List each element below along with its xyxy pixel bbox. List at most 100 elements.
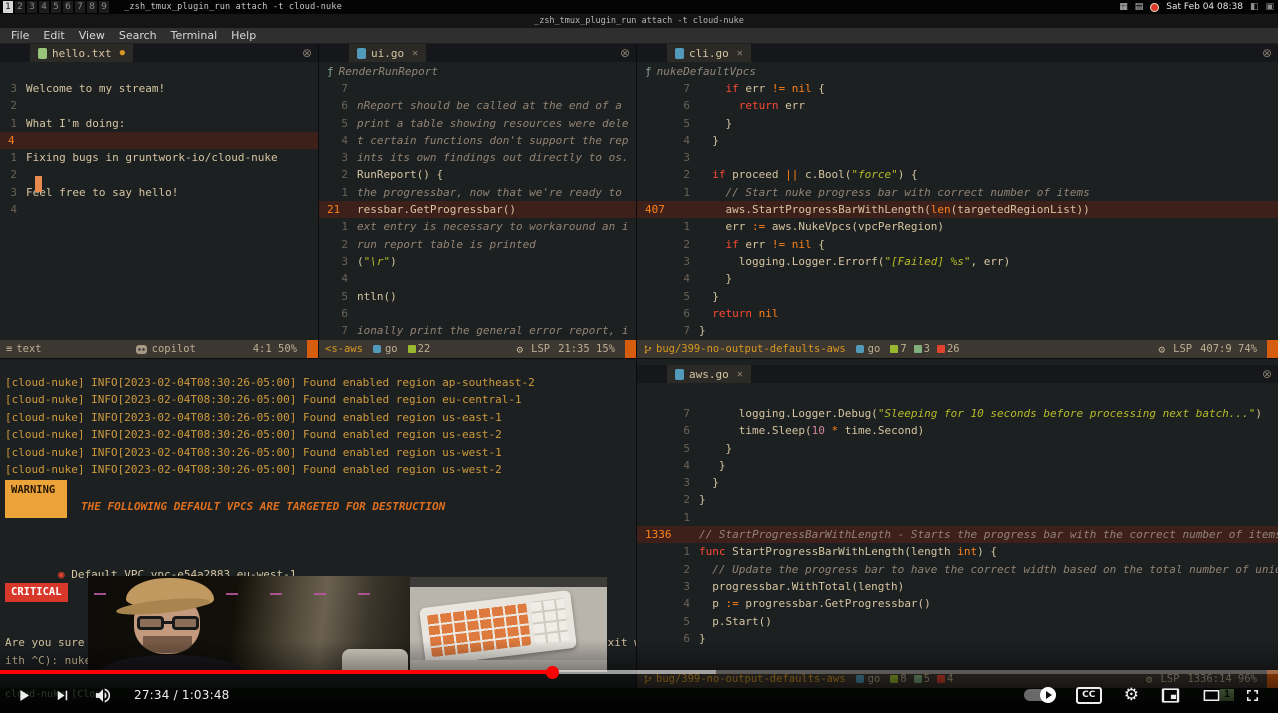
code-line[interactable]: 1ext entry is necessary to workaround an… (319, 218, 636, 235)
code-line[interactable]: 5ntln() (319, 288, 636, 305)
code-line[interactable]: 6 return err (637, 97, 1278, 114)
menu-help[interactable]: Help (224, 28, 263, 44)
autoplay-toggle[interactable] (1024, 689, 1054, 701)
menu-search[interactable]: Search (112, 28, 164, 44)
workspace-9[interactable]: 9 (99, 1, 109, 13)
code-line[interactable]: 6} (637, 630, 1278, 647)
code-line[interactable]: 1func StartProgressBarWithLength(length … (637, 543, 1278, 560)
workspace-5[interactable]: 5 (51, 1, 61, 13)
fullscreen-button[interactable] (1243, 686, 1262, 705)
code-line[interactable]: 1 // Start nuke progress bar with correc… (637, 184, 1278, 201)
code-line[interactable]: 2 // Update the progress bar to have the… (637, 561, 1278, 578)
code-line[interactable]: 3ints its own findings out directly to o… (319, 149, 636, 166)
code-line[interactable]: 7} (637, 322, 1278, 339)
code-line[interactable]: 3("\r") (319, 253, 636, 270)
code-line[interactable]: 4 (0, 132, 318, 149)
code-line[interactable]: 5 } (637, 288, 1278, 305)
workspace-3[interactable]: 3 (27, 1, 37, 13)
tab-label: aws.go (689, 368, 729, 381)
code-line[interactable]: 1What I'm doing: (0, 115, 318, 132)
code-line[interactable]: 2 if proceed || c.Bool("force") { (637, 166, 1278, 183)
code-line[interactable]: 1 err := aws.NukeVpcs(vpcPerRegion) (637, 218, 1278, 235)
pane-close-icon[interactable]: ⊗ (1262, 367, 1272, 381)
code-line[interactable]: 3Welcome to my stream! (0, 80, 318, 97)
code-line[interactable]: 2 (0, 166, 318, 183)
code-line[interactable]: 6 time.Sleep(10 * time.Second) (637, 422, 1278, 439)
code-line[interactable]: 2 (0, 97, 318, 114)
tab-aws-go[interactable]: aws.go ✕ (667, 365, 751, 383)
code-line[interactable]: 2RunReport() { (319, 166, 636, 183)
tab-close-icon[interactable]: ✕ (737, 48, 743, 59)
workspace-2[interactable]: 2 (15, 1, 25, 13)
pane-close-icon[interactable]: ⊗ (302, 46, 312, 60)
code-line[interactable]: 7ionally print the general error report,… (319, 322, 636, 339)
code-line[interactable]: 3 logging.Logger.Errorf("[Failed] %s", e… (637, 253, 1278, 270)
pane-close-icon[interactable]: ⊗ (620, 46, 630, 60)
code-line[interactable]: 1Fixing bugs in gruntwork-io/cloud-nuke (0, 149, 318, 166)
code-line[interactable]: 4 } (637, 132, 1278, 149)
theater-mode-button[interactable] (1202, 686, 1221, 705)
play-button[interactable] (14, 686, 33, 705)
code-line[interactable]: 3Feel free to say hello! (0, 184, 318, 201)
menu-view[interactable]: View (72, 28, 112, 44)
tab-close-icon[interactable]: ✕ (412, 48, 418, 59)
added-icon (890, 345, 898, 353)
code-line[interactable]: 7 logging.Logger.Debug("Sleeping for 10 … (637, 405, 1278, 422)
code-line[interactable]: 5 p.Start() (637, 613, 1278, 630)
menu-file[interactable]: File (4, 28, 36, 44)
code-line[interactable]: 2run report table is printed (319, 236, 636, 253)
code-line[interactable]: 5 } (637, 115, 1278, 132)
menu-terminal[interactable]: Terminal (164, 28, 225, 44)
code-line[interactable]: 6 return nil (637, 305, 1278, 322)
code-line[interactable]: 407 aws.StartProgressBarWithLength(len(t… (637, 201, 1278, 218)
clock: Sat Feb 04 08:38 (1166, 2, 1243, 12)
window-titlebar[interactable]: _zsh_tmux_plugin_run attach -t cloud-nuk… (0, 14, 1278, 28)
code-line[interactable]: 2 if err != nil { (637, 236, 1278, 253)
keyboard-cam-top-edge (410, 577, 607, 587)
code-line[interactable]: 4t certain functions don't support the r… (319, 132, 636, 149)
workspace-8[interactable]: 8 (87, 1, 97, 13)
code-line[interactable]: 4 } (637, 270, 1278, 287)
code-line[interactable]: 1 (637, 509, 1278, 526)
tray-icon-2[interactable]: ▤ (1135, 0, 1144, 14)
code-line[interactable]: 3 } (637, 474, 1278, 491)
code-line[interactable]: 5 } (637, 440, 1278, 457)
code-line[interactable]: 21ressbar.GetProgressbar() (319, 201, 636, 218)
tab-cli-go[interactable]: cli.go ✕ (667, 44, 751, 62)
code-line[interactable]: 6nReport should be called at the end of … (319, 97, 636, 114)
log-line: [cloud-nuke] INFO[2023-02-04T08:30:26-05… (5, 444, 632, 461)
code-line[interactable]: 5print a table showing resources were de… (319, 115, 636, 132)
settings-gear-icon[interactable]: ⚙ (1124, 686, 1139, 705)
tray-icon-3[interactable]: ◧ (1250, 0, 1259, 14)
code-line[interactable]: 7 (319, 80, 636, 97)
code-line[interactable]: 3 progressbar.WithTotal(length) (637, 578, 1278, 595)
code-line[interactable]: 6 (319, 305, 636, 322)
video-progress-bar[interactable] (0, 670, 1278, 674)
miniplayer-button[interactable] (1161, 686, 1180, 705)
code-line[interactable]: 3 (637, 149, 1278, 166)
code-line[interactable]: 4 (319, 270, 636, 287)
record-icon[interactable] (1150, 3, 1159, 12)
volume-icon[interactable] (92, 686, 114, 705)
captions-button[interactable]: CC (1076, 687, 1102, 704)
workspace-4[interactable]: 4 (39, 1, 49, 13)
code-line[interactable]: 1the progressbar, now that we're ready t… (319, 184, 636, 201)
tray-icon-4[interactable]: ▣ (1265, 0, 1274, 14)
pane-close-icon[interactable]: ⊗ (1262, 46, 1272, 60)
code-line[interactable]: 4 } (637, 457, 1278, 474)
workspace-1[interactable]: 1 (3, 1, 13, 13)
next-button[interactable] (53, 686, 72, 705)
code-line[interactable]: 7 if err != nil { (637, 80, 1278, 97)
tab-ui-go[interactable]: ui.go ✕ (349, 44, 426, 62)
tab-hello-txt[interactable]: hello.txt ● (30, 44, 133, 62)
workspace-6[interactable]: 6 (63, 1, 73, 13)
workspace-7[interactable]: 7 (75, 1, 85, 13)
code-line[interactable]: 1336// StartProgressBarWithLength - Star… (637, 526, 1278, 543)
tray-icon-1[interactable]: ▦ (1119, 0, 1128, 14)
menu-edit[interactable]: Edit (36, 28, 71, 44)
tab-close-icon[interactable]: ✕ (737, 369, 743, 380)
code-line[interactable]: 2} (637, 491, 1278, 508)
tabline-hello: hello.txt ● ⊗ (0, 44, 318, 62)
code-line[interactable]: 4 p := progressbar.GetProgressbar() (637, 595, 1278, 612)
code-line[interactable]: 4 (0, 201, 318, 218)
